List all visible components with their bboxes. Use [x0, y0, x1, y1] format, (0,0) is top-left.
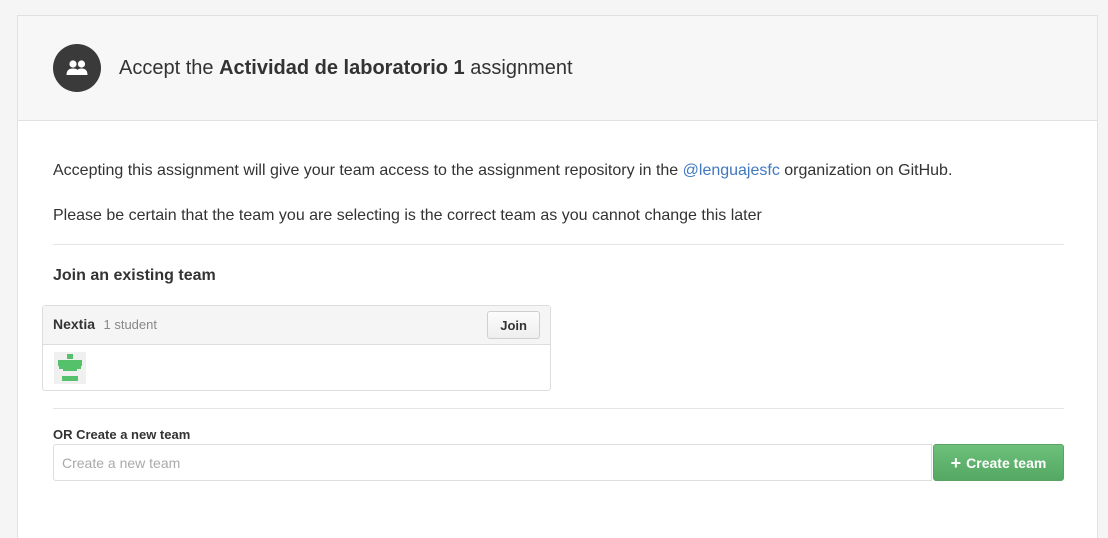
create-team-label: OR Create a new team [53, 427, 191, 442]
team-member-count: 1 student [103, 317, 157, 332]
warning-text: Please be certain that the team you are … [53, 207, 762, 224]
team-name: Nextia [53, 316, 96, 332]
team-card: Nextia 1 student Join [42, 305, 551, 391]
intro-text-before: Accepting this assignment will give your… [53, 162, 679, 179]
team-members [43, 345, 550, 390]
page-title: Accept the Actividad de laboratorio 1 as… [119, 57, 573, 80]
assignment-name: Actividad de laboratorio 1 [219, 56, 465, 79]
member-avatar[interactable] [54, 351, 86, 384]
plus-icon: + [950, 452, 962, 473]
intro-text-after: organization on GitHub. [784, 162, 953, 179]
create-team-button[interactable]: + Create team [933, 444, 1064, 481]
title-prefix: Accept the [119, 56, 214, 79]
team-row: Nextia 1 student Join [43, 306, 550, 345]
page: Accept the Actividad de laboratorio 1 as… [0, 0, 1108, 538]
create-team-button-label: Create team [966, 454, 1047, 471]
create-team-input[interactable] [53, 444, 932, 481]
card-header: Accept the Actividad de laboratorio 1 as… [18, 16, 1097, 121]
create-team-row: + Create team [53, 444, 1064, 481]
team-info: Nextia 1 student [53, 316, 157, 334]
title-suffix: assignment [470, 56, 573, 79]
card-body: Accepting this assignment will give your… [18, 160, 1097, 481]
divider [53, 408, 1064, 409]
divider [53, 244, 1064, 245]
team-icon [53, 44, 101, 92]
join-button[interactable]: Join [487, 311, 540, 339]
assignment-card: Accept the Actividad de laboratorio 1 as… [17, 15, 1098, 538]
join-heading: Join an existing team [53, 267, 216, 284]
org-link[interactable]: @lenguajesfc [683, 162, 780, 179]
intro-text: Accepting this assignment will give your… [53, 160, 1062, 182]
